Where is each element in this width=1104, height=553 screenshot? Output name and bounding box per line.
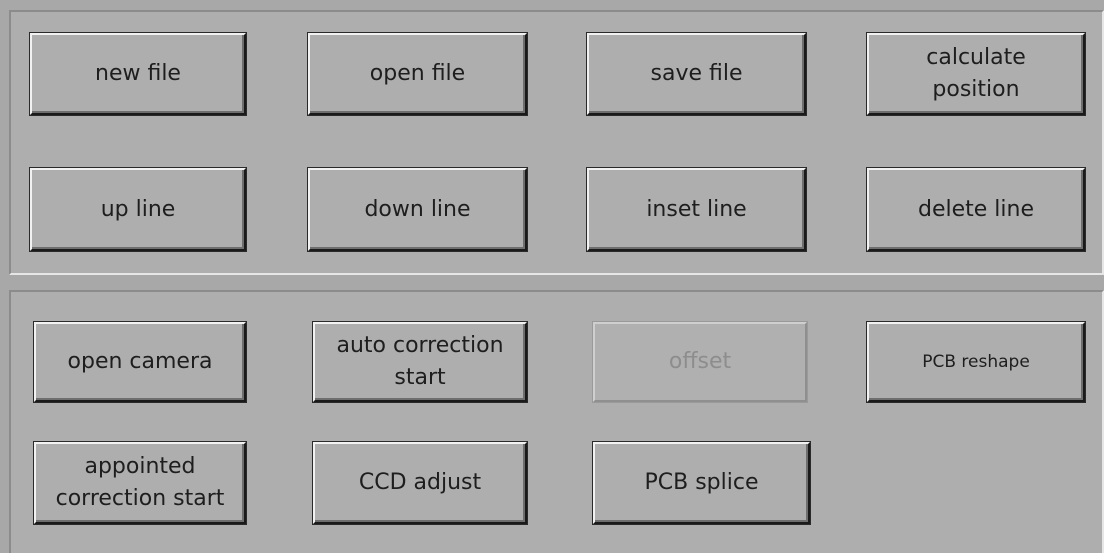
delete-line-label: delete line — [917, 196, 1034, 222]
save-file-button[interactable]: save file — [587, 33, 806, 115]
ccd-adjust-label: CCD adjust — [358, 470, 482, 496]
delete-line-button[interactable]: delete line — [867, 168, 1085, 251]
appointed-correction-start-button[interactable]: appointed correction start — [34, 442, 246, 524]
offset-label: offset — [668, 349, 732, 375]
inset-line-button[interactable]: inset line — [587, 168, 806, 251]
up-line-label: up line — [100, 196, 176, 222]
down-line-label: down line — [364, 196, 471, 222]
new-file-label: new file — [95, 61, 181, 87]
open-camera-button[interactable]: open camera — [34, 322, 246, 402]
calculate-position-label: calculate position — [926, 45, 1026, 102]
auto-correction-start-label: auto correction start — [336, 333, 504, 390]
ccd-adjust-button[interactable]: CCD adjust — [313, 442, 527, 524]
pcb-splice-label: PCB splice — [644, 470, 759, 496]
open-file-button[interactable]: open file — [308, 33, 527, 115]
pcb-reshape-button[interactable]: PCB reshape — [867, 322, 1085, 402]
pcb-splice-button[interactable]: PCB splice — [593, 442, 810, 524]
save-file-label: save file — [650, 61, 743, 87]
new-file-button[interactable]: new file — [30, 33, 246, 115]
offset-button[interactable]: offset — [593, 322, 807, 402]
open-file-label: open file — [369, 61, 466, 87]
down-line-button[interactable]: down line — [308, 168, 527, 251]
auto-correction-start-button[interactable]: auto correction start — [313, 322, 527, 402]
appointed-correction-start-label: appointed correction start — [55, 454, 225, 511]
up-line-button[interactable]: up line — [30, 168, 246, 251]
inset-line-label: inset line — [646, 196, 747, 222]
calculate-position-button[interactable]: calculate position — [867, 33, 1085, 115]
pcb-reshape-label: PCB reshape — [922, 351, 1030, 372]
open-camera-label: open camera — [67, 349, 213, 375]
